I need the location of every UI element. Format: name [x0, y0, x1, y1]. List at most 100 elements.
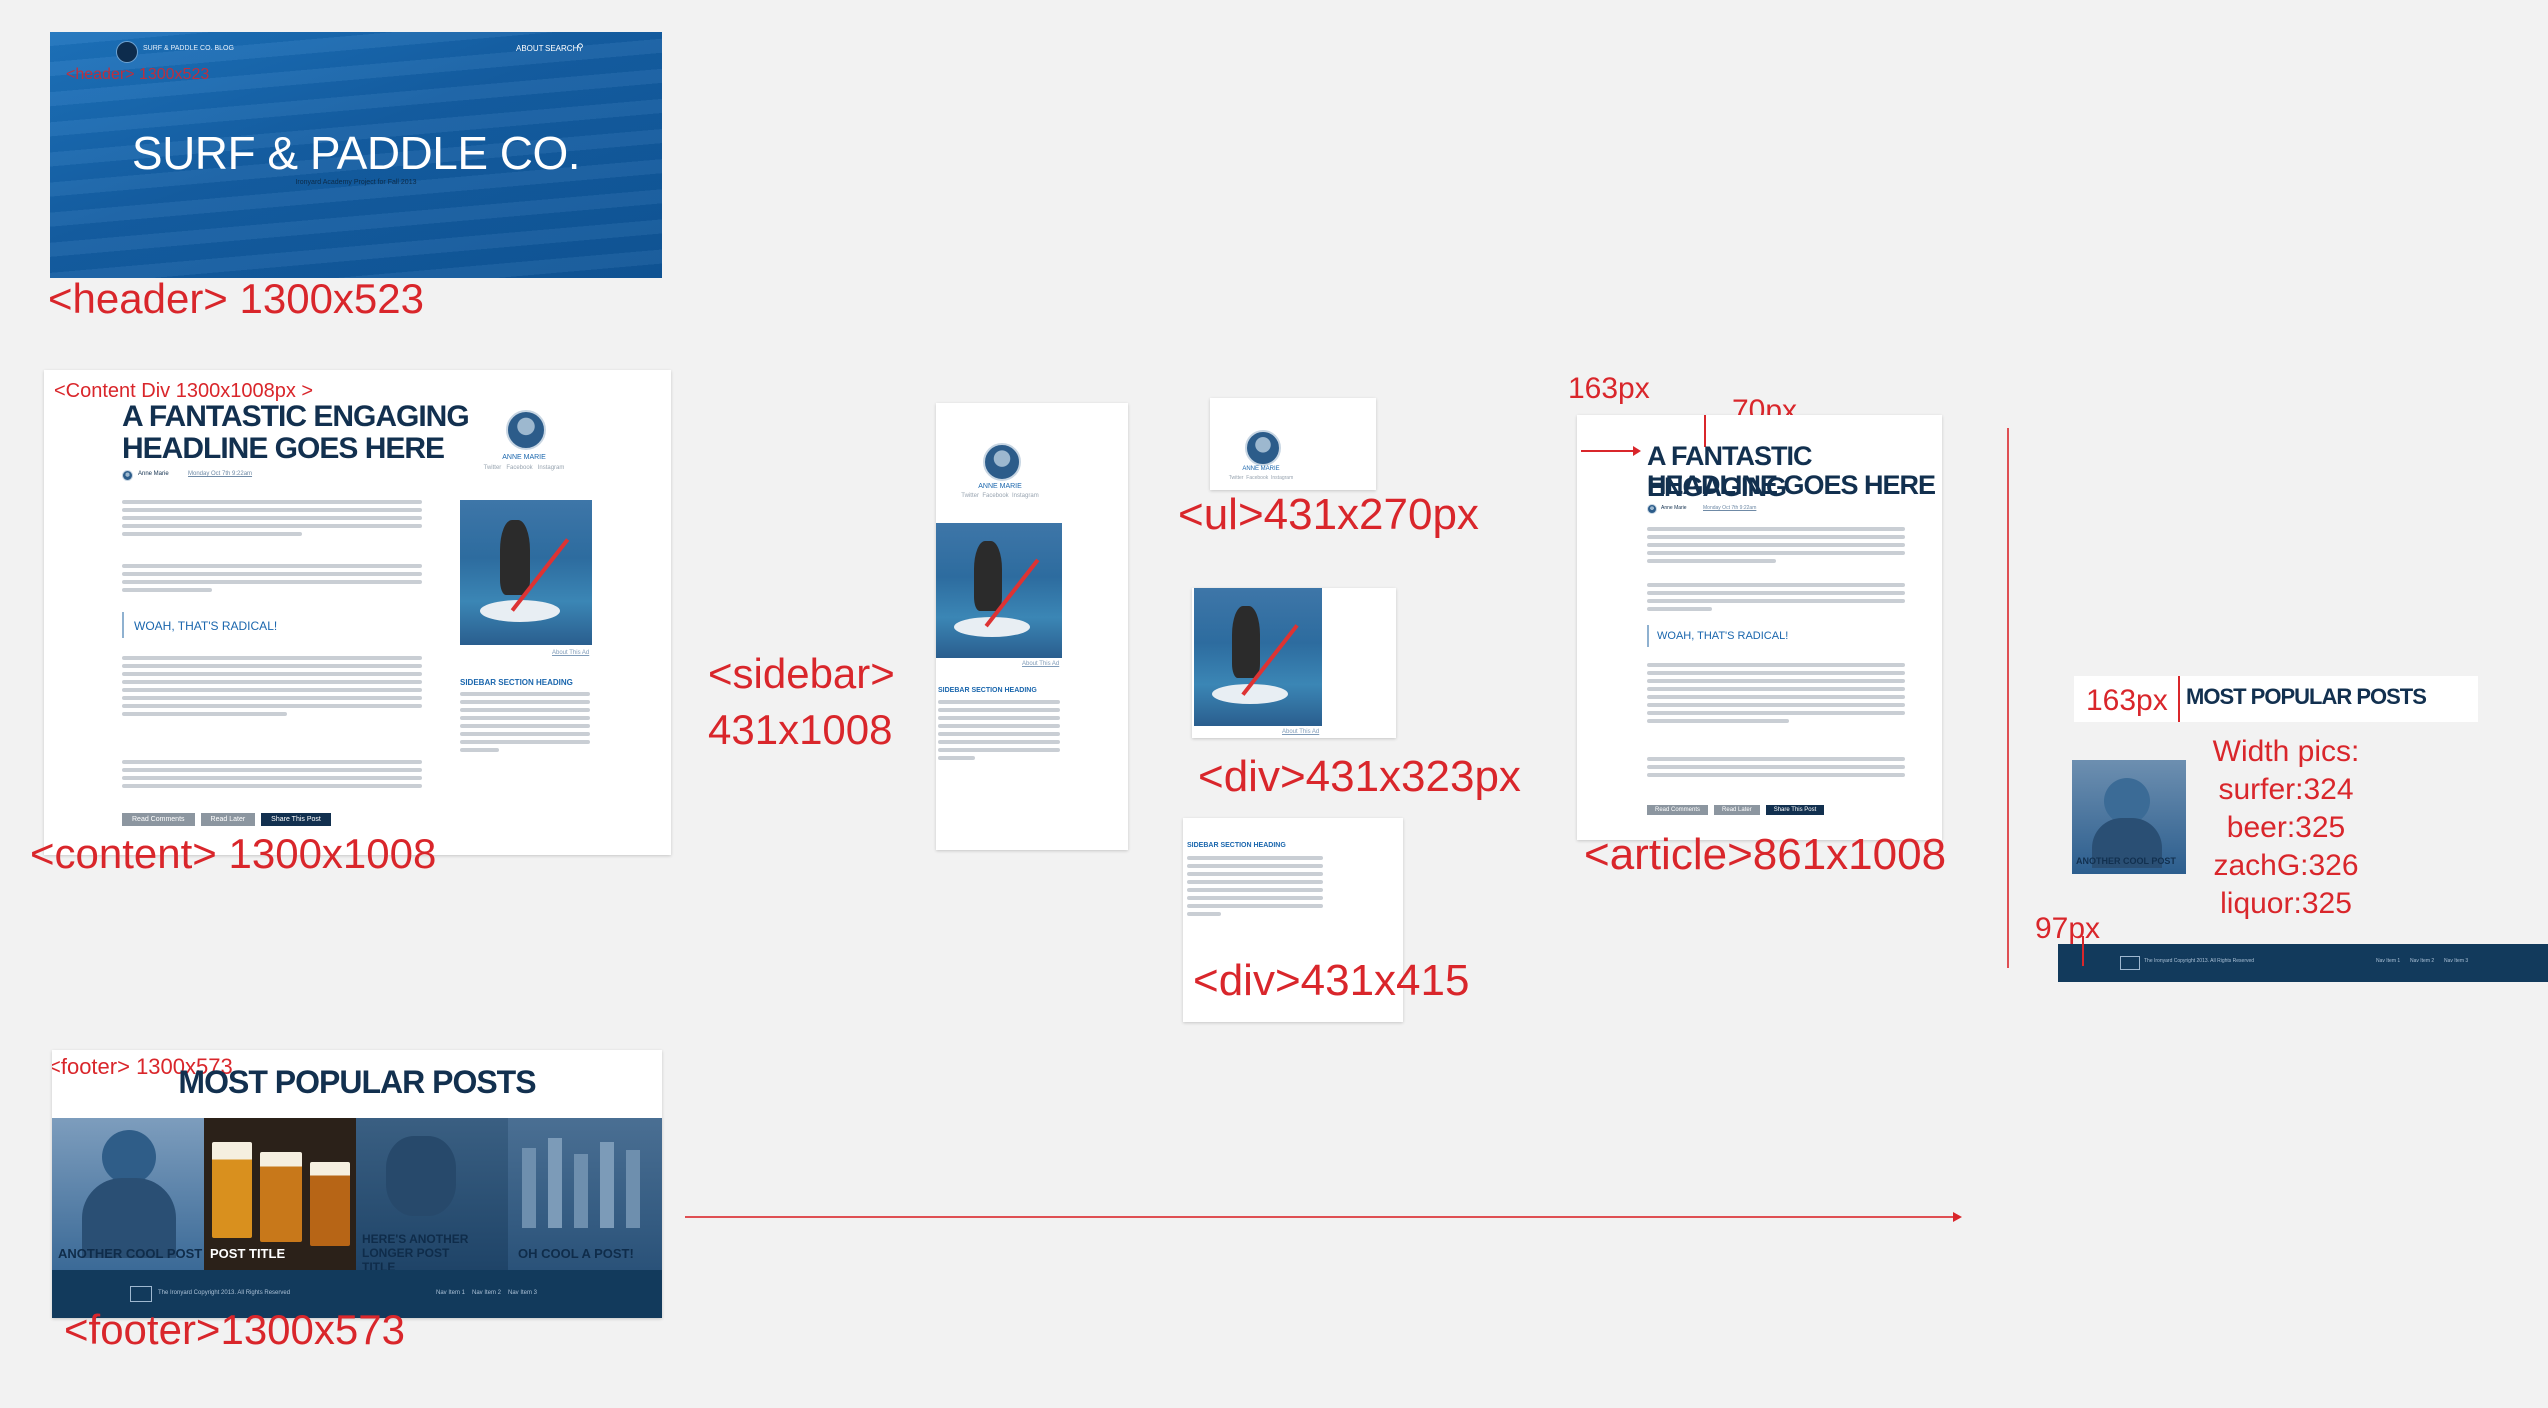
div-text-caption: <div>431x415	[1193, 956, 1470, 1005]
facebook-link-2[interactable]: Facebook	[982, 493, 1008, 499]
header-overlay-label: <header> 1300x523	[66, 66, 210, 83]
article-mockup: A FANTASTIC ENGAGING HEADLINE GOES HERE …	[1577, 415, 1942, 840]
body-text-block-3	[122, 656, 422, 720]
ul-social: Twitter Facebook Instagram	[1210, 475, 1312, 481]
photo-caption-2[interactable]: About This Ad	[1022, 661, 1059, 667]
share-post-button[interactable]: Share This Post	[261, 813, 331, 826]
ul-mockup: ANNE MARIE Twitter Facebook Instagram	[1210, 398, 1376, 490]
article-share-button[interactable]: Share This Post	[1765, 805, 1825, 815]
twitter-link-2[interactable]: Twitter	[961, 493, 979, 499]
popular-footer-bar: The Ironyard Copyright 2013. All Rights …	[2058, 936, 2548, 982]
search-icon[interactable]: ⚲	[577, 42, 584, 53]
article-author[interactable]: Anne Marie	[1661, 505, 1687, 511]
surfer-photo-3	[1194, 588, 1322, 726]
facebook-link-3[interactable]: Facebook	[1246, 475, 1268, 481]
popular-bottom-measure: 97px	[2035, 912, 2101, 945]
post-title-1: ANOTHER COOL POST	[58, 1246, 203, 1261]
instagram-link-3[interactable]: Instagram	[1271, 475, 1293, 481]
article-read-later-button[interactable]: Read Later	[1714, 805, 1760, 815]
article-date[interactable]: Monday Oct 7th 9:22am	[1703, 505, 1756, 511]
popular-title-bar: 163px MOST POPULAR POSTS	[2074, 676, 2478, 722]
read-later-button[interactable]: Read Later	[200, 813, 256, 826]
footer-logo-icon	[130, 1286, 152, 1302]
article-caption: <article>861x1008	[1584, 830, 1947, 879]
post-title-3: HERE'S ANOTHER LONGER POST TITLE	[362, 1232, 469, 1270]
post-buttons: Read Comments Read Later Share This Post	[122, 808, 337, 826]
sidebar-text-2	[938, 700, 1060, 764]
surfer-photo-2	[936, 523, 1062, 658]
facebook-link[interactable]: Facebook	[506, 465, 532, 471]
nav-search[interactable]: SEARCH	[545, 44, 578, 53]
author-avatar	[122, 470, 133, 481]
post-tile-beer[interactable]: POST TITLE	[204, 1118, 356, 1270]
footer-nav-2[interactable]: Nav Item 2	[472, 1290, 501, 1296]
sidebar-name: ANNE MARIE	[502, 454, 546, 461]
body-text-block-4	[122, 760, 422, 792]
popular-footer-logo-icon	[2120, 956, 2140, 970]
footer-nav-1[interactable]: Nav Item 1	[436, 1290, 465, 1296]
post-date[interactable]: Monday Oct 7th 9:22am	[188, 471, 252, 477]
popular-footer-copy: The Ironyard Copyright 2013. All Rights …	[2144, 958, 2255, 964]
width-note-surfer: surfer:324	[2218, 773, 2354, 806]
article-left-measure: 163px	[1568, 372, 1650, 405]
sidebar-caption-1: <sidebar>	[708, 650, 895, 697]
width-notes-title: Width pics:	[2212, 735, 2360, 768]
sidebar-heading: SIDEBAR SECTION HEADING	[460, 678, 573, 687]
ul-avatar	[1245, 430, 1281, 466]
footer-copy: The Ironyard Copyright 2013. All Rights …	[158, 1290, 291, 1296]
read-comments-button[interactable]: Read Comments	[122, 813, 195, 826]
sidebar-text	[460, 692, 590, 756]
article-headline-2: HEADLINE GOES HERE	[1647, 470, 1936, 500]
article-read-comments-button[interactable]: Read Comments	[1647, 805, 1709, 815]
surfer-photo	[460, 500, 592, 645]
author-name[interactable]: Anne Marie	[138, 471, 169, 477]
popular-footer-nav-3[interactable]: Nav Item 3	[2444, 958, 2468, 964]
article-buttons: Read Comments Read Later Share This Post	[1647, 798, 1830, 816]
sidebar-avatar-2	[983, 443, 1021, 481]
article-body-2	[1647, 583, 1905, 615]
popular-footer-nav-1[interactable]: Nav Item 1	[2376, 958, 2400, 964]
width-note-beer: beer:325	[2226, 811, 2346, 844]
footer-popular-title: MOST POPULAR POSTS	[178, 1064, 536, 1100]
popular-left-measure: 163px	[2086, 684, 2168, 717]
post-tile-liquor[interactable]: OH COOL A POST!	[508, 1118, 662, 1270]
header-caption: <header> 1300x523	[48, 275, 425, 322]
sidebar-name-2: ANNE MARIE	[978, 483, 1022, 490]
sidebar-avatar	[506, 410, 546, 450]
photo-caption-3[interactable]: About This Ad	[1282, 729, 1319, 735]
div-text-body	[1187, 856, 1323, 920]
body-text-block-2	[122, 564, 422, 596]
article-pullquote-text: WOAH, THAT'S RADICAL!	[1657, 630, 1789, 642]
arrow-head-icon	[1633, 446, 1641, 456]
popular-thumb[interactable]: ANOTHER COOL POST	[2072, 760, 2186, 874]
footer-mockup: <footer> 1300x573 MOST POPULAR POSTS ANO…	[52, 1050, 662, 1318]
sidebar-social-2: Twitter Facebook Instagram	[936, 493, 1064, 499]
instagram-link-2[interactable]: Instagram	[1012, 493, 1039, 499]
width-notes: Width pics: surfer:324 beer:325 zachG:32…	[2206, 733, 2366, 923]
blog-name: SURF & PADDLE CO. BLOG	[143, 45, 234, 52]
twitter-link-3[interactable]: Twitter	[1229, 475, 1244, 481]
photo-caption[interactable]: About This Ad	[552, 650, 589, 656]
post-tile-surfer[interactable]: ANOTHER COOL POST	[52, 1118, 204, 1270]
nav-about[interactable]: ABOUT	[516, 44, 544, 53]
article-body-3	[1647, 663, 1905, 727]
logo-icon	[116, 41, 138, 63]
div-text-heading: SIDEBAR SECTION HEADING	[1187, 842, 1286, 849]
header-subtitle: Ironyard Academy Project for Fall 2013	[295, 179, 417, 186]
popular-thumb-label: ANOTHER COOL POST	[2076, 856, 2176, 866]
horizontal-measure-line	[685, 1216, 1955, 1218]
div-photo-mockup: About This Ad	[1192, 588, 1396, 738]
instagram-link[interactable]: Instagram	[538, 465, 565, 471]
vertical-measure-line	[2007, 428, 2009, 968]
post-tile-zach[interactable]: HERE'S ANOTHER LONGER POST TITLE	[356, 1118, 508, 1270]
footer-nav-3[interactable]: Nav Item 3	[508, 1290, 537, 1296]
popular-title: MOST POPULAR POSTS	[2186, 684, 2427, 709]
twitter-link[interactable]: Twitter	[484, 465, 502, 471]
body-text-block-1	[122, 500, 422, 540]
pullquote: WOAH, THAT'S RADICAL!	[122, 612, 424, 638]
width-note-zachg: zachG:326	[2213, 849, 2359, 882]
content-mockup: <Content Div 1300x1008px > A FANTASTIC E…	[44, 370, 671, 855]
post-title-2: POST TITLE	[210, 1246, 286, 1261]
content-headline-1: A FANTASTIC ENGAGING	[122, 400, 470, 433]
popular-footer-nav-2[interactable]: Nav Item 2	[2410, 958, 2434, 964]
